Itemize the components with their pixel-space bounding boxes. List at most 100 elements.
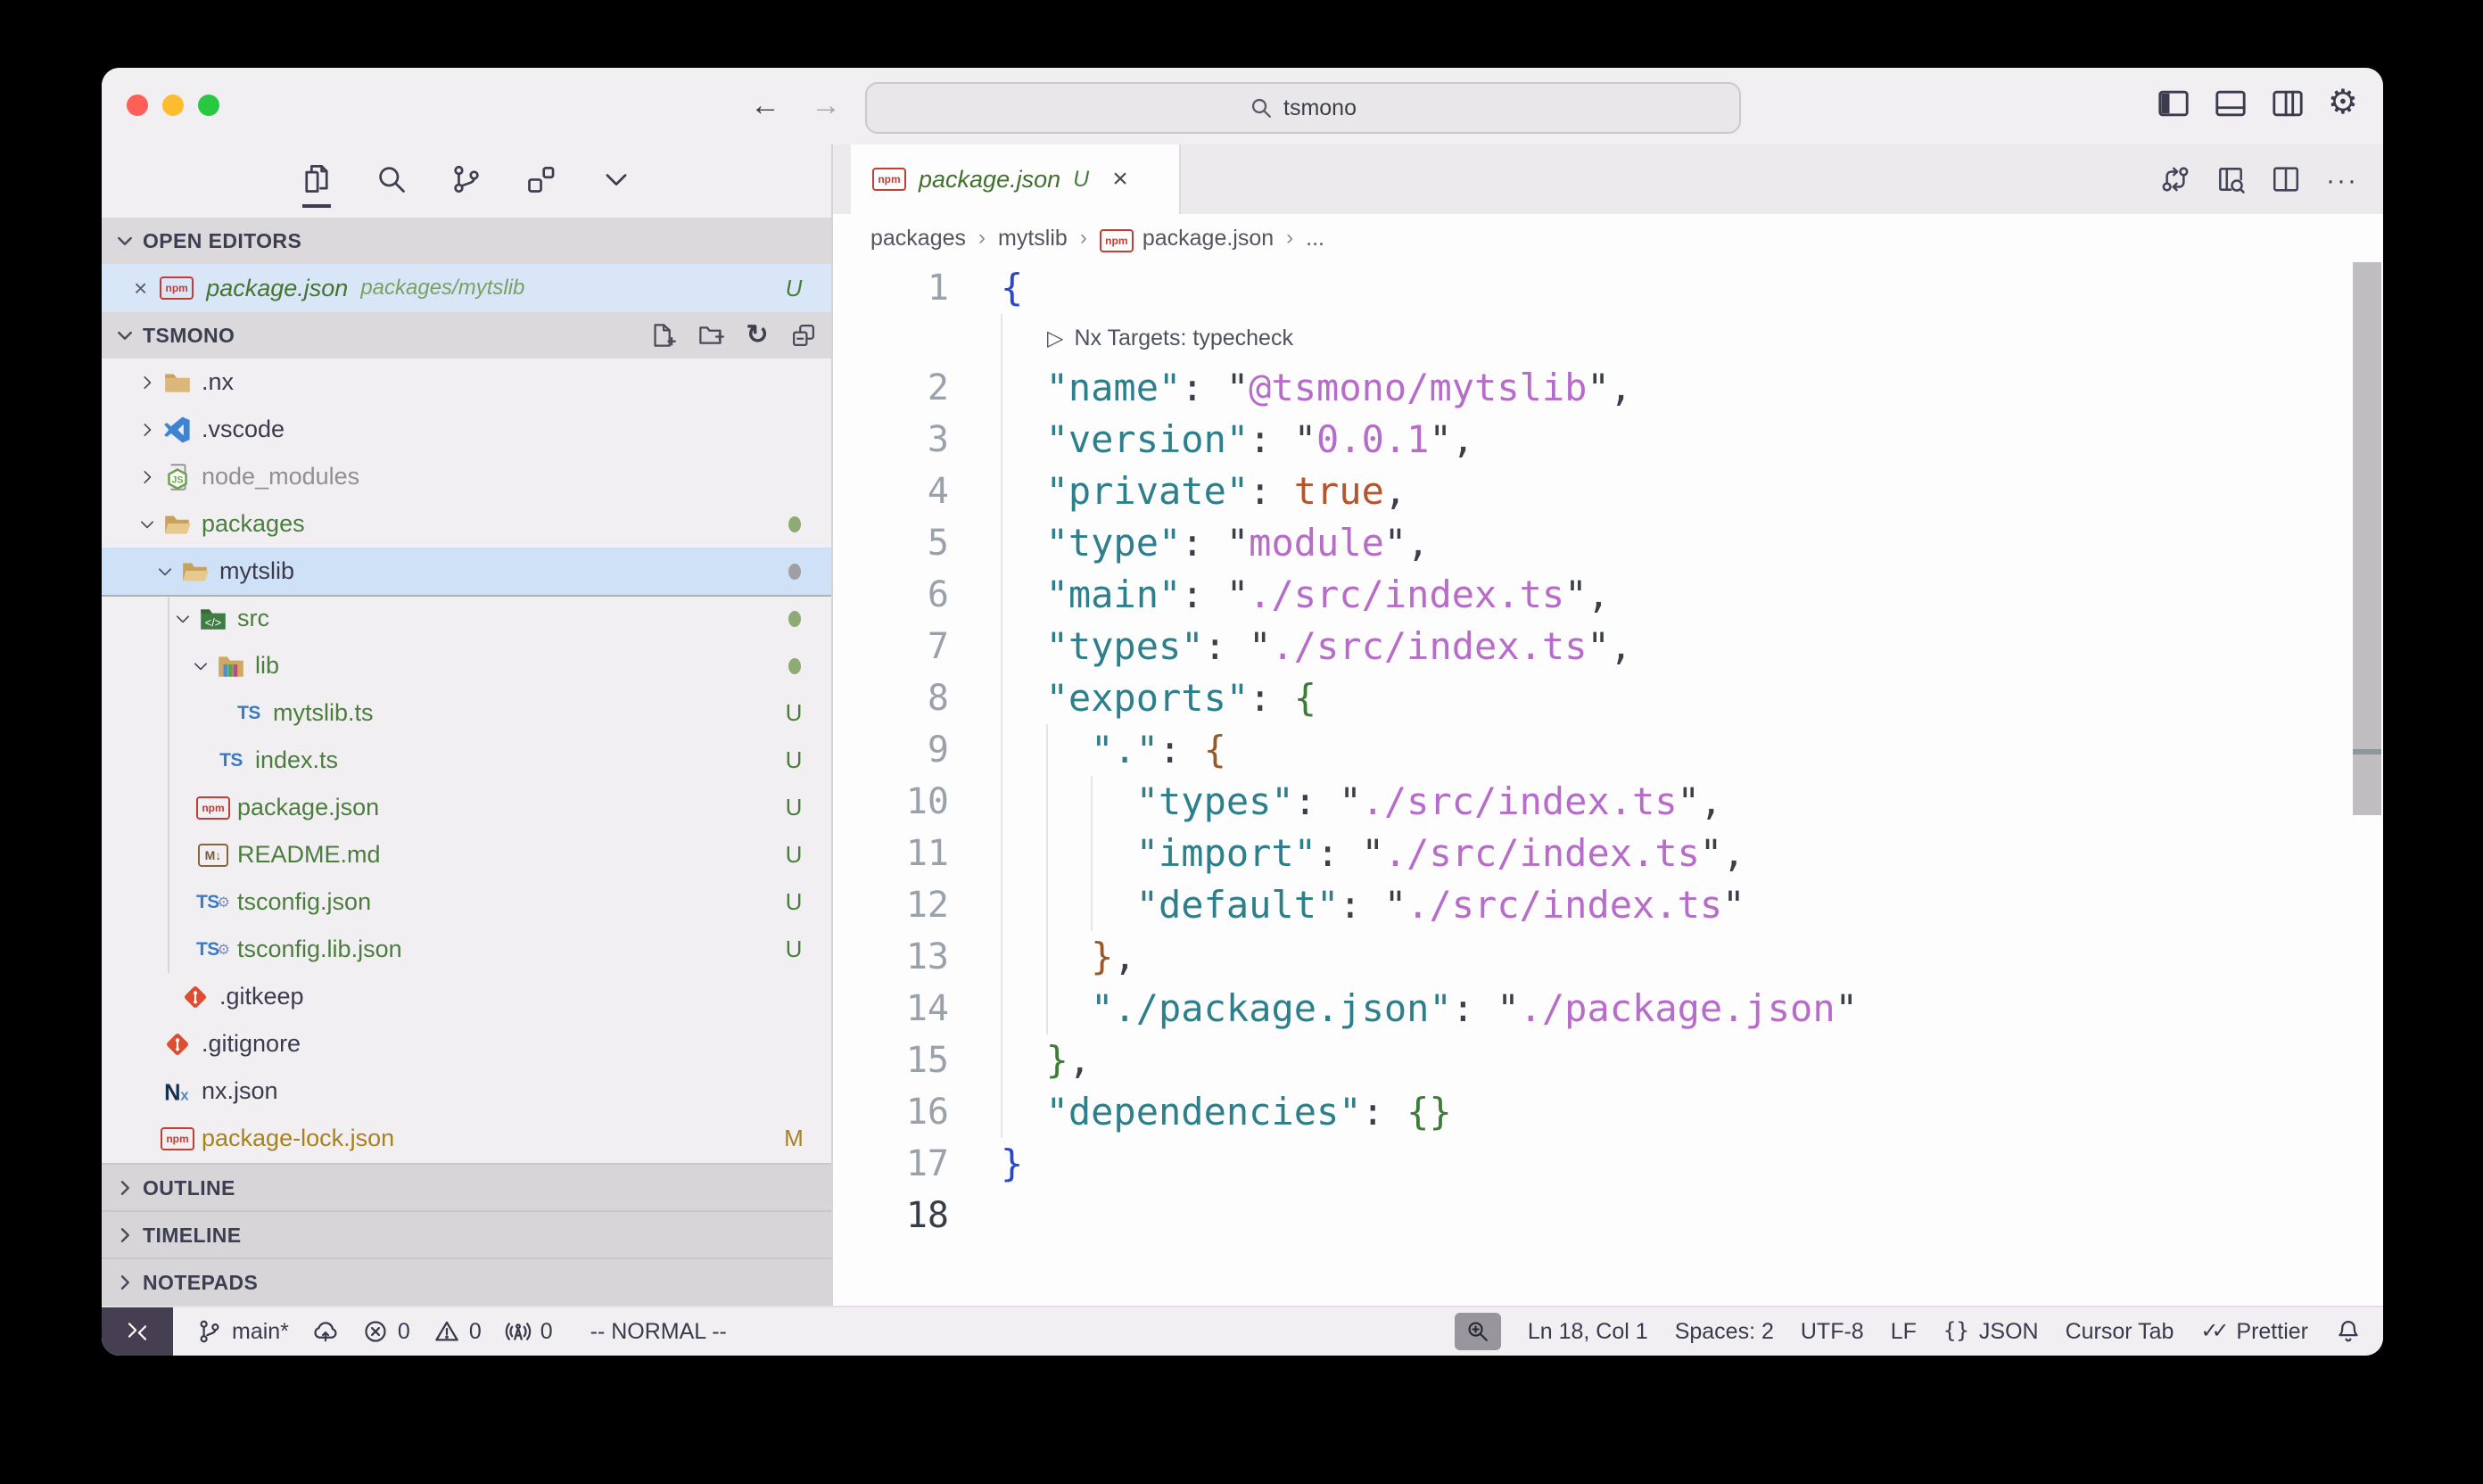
status-screencast-zoom[interactable] <box>1455 1313 1501 1350</box>
tree-item-index.ts[interactable]: TSindex.tsU <box>102 737 831 784</box>
refresh-icon[interactable]: ↻ <box>746 322 769 349</box>
status-remote-indicator[interactable] <box>102 1307 173 1356</box>
status-warnings[interactable]: 0 <box>433 1318 482 1345</box>
codelens-nx-targets[interactable]: ▷Nx Targets: typecheck <box>833 314 2383 362</box>
code-line-18[interactable]: 18 <box>833 1190 2383 1241</box>
explorer-header[interactable]: TSMONO ↻ <box>102 312 831 359</box>
close-icon[interactable]: × <box>134 276 147 300</box>
preview-icon[interactable] <box>2215 164 2246 194</box>
layout-panel-icon[interactable] <box>2214 87 2248 120</box>
forward-icon[interactable]: → <box>808 84 844 127</box>
activity-search[interactable] <box>375 163 408 195</box>
status-publish-changes[interactable] <box>312 1318 339 1345</box>
activity-extensions[interactable] <box>525 163 557 195</box>
tree-item-.vscode[interactable]: .vscode <box>102 406 831 453</box>
status-encoding[interactable]: UTF-8 <box>1801 1319 1864 1345</box>
code-line-1[interactable]: 1{ <box>833 262 2383 314</box>
tree-item-packages[interactable]: packages <box>102 500 831 548</box>
code-line-16[interactable]: 16 "dependencies": {} <box>833 1086 2383 1138</box>
timeline-header[interactable]: TIMELINE <box>102 1210 831 1258</box>
code-line-15[interactable]: 15 }, <box>833 1035 2383 1086</box>
chevron-down-icon <box>114 230 136 251</box>
tree-item-nx.json[interactable]: Nxnx.json <box>102 1068 831 1115</box>
open-editors-header[interactable]: OPEN EDITORS <box>102 218 831 264</box>
status-cursor-tab[interactable]: Cursor Tab <box>2066 1319 2174 1345</box>
status-notifications[interactable] <box>2335 1318 2362 1345</box>
status-git-branch[interactable]: main* <box>196 1318 289 1345</box>
tree-item-lib[interactable]: lib <box>102 642 831 689</box>
activity-files[interactable] <box>301 163 333 195</box>
command-center-search[interactable]: tsmono <box>865 82 1741 134</box>
tree-item-mytslib[interactable]: mytslib <box>102 548 831 595</box>
code-line-10[interactable]: 10 "types": "./src/index.ts", <box>833 776 2383 828</box>
tree-item-README.md[interactable]: M↓README.mdU <box>102 831 831 878</box>
chevron-right-icon[interactable] <box>137 420 157 440</box>
status-vim-mode[interactable]: -- NORMAL -- <box>590 1319 727 1345</box>
collapse-all-icon[interactable] <box>790 322 817 349</box>
code-line-5[interactable]: 5 "type": "module", <box>833 517 2383 569</box>
outline-header[interactable]: OUTLINE <box>102 1163 831 1211</box>
code-line-2[interactable]: 2 "name": "@tsmono/mytslib", <box>833 362 2383 414</box>
tree-item-package.json[interactable]: npmpackage.jsonU <box>102 784 831 831</box>
chevron-down-icon[interactable] <box>137 515 157 534</box>
tab-package-json[interactable]: npm package.json U × <box>851 144 1181 214</box>
status-cursor-position[interactable]: Ln 18, Col 1 <box>1528 1319 1648 1345</box>
status-language-mode[interactable]: {}JSON <box>1943 1318 2039 1345</box>
chevron-down-icon[interactable] <box>191 656 210 676</box>
tree-item-node-modules[interactable]: JSnode_modules <box>102 453 831 500</box>
status-indentation[interactable]: Spaces: 2 <box>1675 1319 1774 1345</box>
activity-source-control[interactable] <box>450 163 483 195</box>
code-line-7[interactable]: 7 "types": "./src/index.ts", <box>833 621 2383 672</box>
tree-item-.gitignore[interactable]: .gitignore <box>102 1020 831 1068</box>
breadcrumb-item-packages[interactable]: packages <box>870 226 966 251</box>
chevron-spacer <box>173 892 198 913</box>
code-editor[interactable]: 1{▷Nx Targets: typecheck2 "name": "@tsmo… <box>833 262 2383 1241</box>
code-line-4[interactable]: 4 "private": true, <box>833 466 2383 517</box>
run-icon[interactable]: ▷ <box>1047 326 1063 350</box>
code-line-17[interactable]: 17} <box>833 1138 2383 1190</box>
code-line-14[interactable]: 14 "./package.json": "./package.json" <box>833 983 2383 1035</box>
chevron-down-icon[interactable] <box>155 562 175 581</box>
new-file-icon[interactable] <box>649 322 676 349</box>
code-line-11[interactable]: 11 "import": "./src/index.ts", <box>833 828 2383 879</box>
ellipsis-icon[interactable]: ··· <box>2326 163 2358 196</box>
gear-icon[interactable]: ⚙ <box>2328 86 2358 120</box>
diff-icon[interactable] <box>2160 164 2190 194</box>
new-folder-icon[interactable] <box>697 322 724 349</box>
tree-item-.gitkeep[interactable]: .gitkeep <box>102 973 831 1020</box>
code-line-8[interactable]: 8 "exports": { <box>833 672 2383 724</box>
tree-item-src[interactable]: </>src <box>102 595 831 642</box>
vertical-scrollbar[interactable] <box>2353 262 2381 815</box>
minimize-window-button[interactable] <box>162 95 184 116</box>
code-line-9[interactable]: 9 ".": { <box>833 724 2383 776</box>
tree-item-package-lock.json[interactable]: npmpackage-lock.jsonM <box>102 1115 831 1162</box>
tree-item-tsconfig.json[interactable]: TS⚙tsconfig.jsonU <box>102 878 831 926</box>
status-formatter[interactable]: ✓✓Prettier <box>2200 1318 2308 1345</box>
layout-split-icon[interactable] <box>2271 87 2305 120</box>
notepads-header[interactable]: NOTEPADS <box>102 1257 831 1306</box>
breadcrumb-item-package.json[interactable]: npmpackage.json <box>1100 225 1274 252</box>
breadcrumb-item-mytslib[interactable]: mytslib <box>998 226 1068 251</box>
code-line-3[interactable]: 3 "version": "0.0.1", <box>833 414 2383 466</box>
status-eol[interactable]: LF <box>1891 1319 1917 1345</box>
breadcrumb-item-...[interactable]: ... <box>1306 226 1324 251</box>
tree-item-mytslib.ts[interactable]: TSmytslib.tsU <box>102 689 831 737</box>
chevron-right-icon[interactable] <box>137 467 157 487</box>
close-window-button[interactable] <box>127 95 148 116</box>
activity-views-more[interactable] <box>600 163 632 195</box>
close-tab-icon[interactable]: × <box>1112 166 1128 193</box>
chevron-down-icon[interactable] <box>173 609 193 629</box>
status-errors[interactable]: 0 <box>362 1318 410 1345</box>
code-line-13[interactable]: 13 }, <box>833 931 2383 983</box>
chevron-right-icon[interactable] <box>137 373 157 392</box>
maximize-window-button[interactable] <box>198 95 219 116</box>
back-icon[interactable]: ← <box>747 84 783 127</box>
split-editor-icon[interactable] <box>2271 164 2301 194</box>
open-editor-item[interactable]: × npm package.json packages/mytslib U <box>102 264 831 312</box>
status-forwarded-ports[interactable]: 0 <box>505 1318 553 1345</box>
code-line-6[interactable]: 6 "main": "./src/index.ts", <box>833 569 2383 621</box>
tree-item-tsconfig.lib.json[interactable]: TS⚙tsconfig.lib.jsonU <box>102 926 831 973</box>
tree-item-.nx[interactable]: .nx <box>102 359 831 406</box>
layout-sidebar-icon[interactable] <box>2157 87 2190 120</box>
code-line-12[interactable]: 12 "default": "./src/index.ts" <box>833 879 2383 931</box>
